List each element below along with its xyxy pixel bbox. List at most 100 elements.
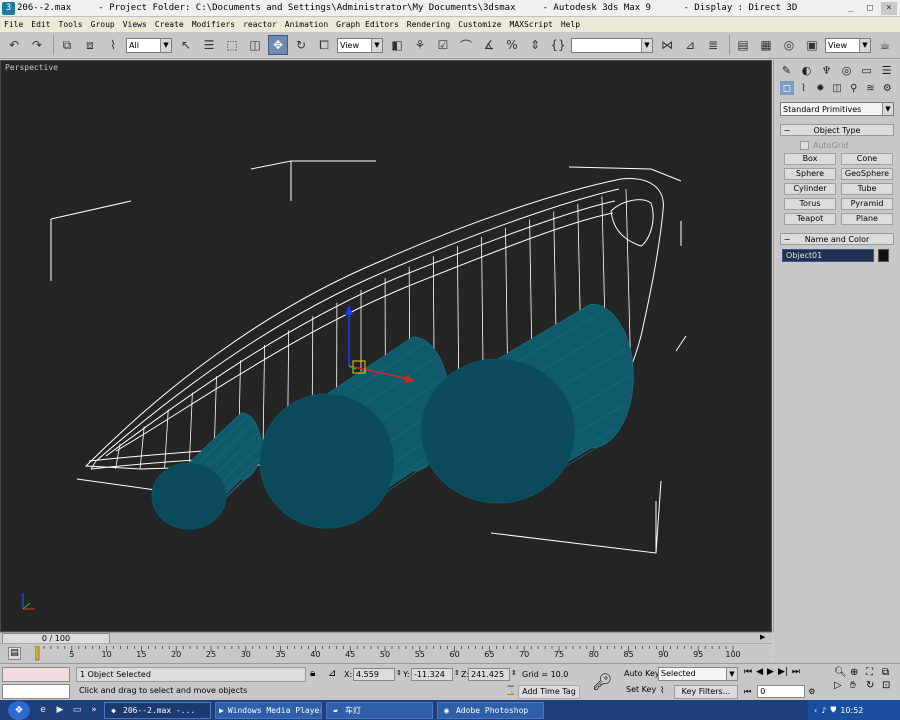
pyramid-button[interactable]: Pyramid — [841, 198, 893, 210]
window-crossing-icon[interactable]: ◫ — [245, 35, 265, 55]
select-by-name-icon[interactable]: ☰ — [199, 35, 219, 55]
zoom-all-icon[interactable]: ⊕ — [850, 667, 865, 678]
layer-manager-icon[interactable]: ≣ — [703, 35, 723, 55]
cone-button[interactable]: Cone — [841, 153, 893, 165]
plane-button[interactable]: Plane — [841, 213, 893, 225]
menu-maxscript[interactable]: MAXScript — [506, 20, 557, 29]
current-frame-field[interactable]: 0 — [757, 685, 806, 698]
slider-right-arrow-icon[interactable]: ▶ — [760, 633, 765, 641]
open-mini-curve-editor-icon[interactable]: ▤ — [8, 647, 21, 660]
teapot-button[interactable]: Teapot — [784, 213, 836, 225]
menu-tools[interactable]: Tools — [55, 20, 87, 29]
sphere-button[interactable]: Sphere — [784, 168, 836, 180]
maximize-viewport-icon[interactable]: ⊡ — [882, 680, 897, 691]
select-object-icon[interactable]: ↖ — [176, 35, 196, 55]
close-button[interactable]: × — [881, 1, 897, 15]
go-to-end-icon[interactable]: ⏭ — [792, 667, 800, 677]
percent-snap-icon[interactable]: % — [502, 35, 522, 55]
task-folder[interactable]: ▰ 车灯 — [326, 701, 433, 719]
reference-coordinate-dropdown[interactable]: View ▼ — [337, 37, 383, 53]
x-spinner-icon[interactable]: ⇕ — [396, 669, 402, 677]
systems-icon[interactable]: ⚙ — [880, 81, 894, 95]
key-filters-button[interactable]: Key Filters... — [674, 685, 738, 699]
render-view-dropdown[interactable]: View ▼ — [825, 37, 871, 53]
primitive-category-dropdown[interactable]: Standard Primitives ▼ — [780, 102, 894, 116]
play-icon[interactable]: ▶ — [767, 667, 774, 677]
3ds-max-app-icon[interactable]: 3 — [2, 1, 15, 15]
absolute-mode-icon[interactable]: ⊿ — [328, 668, 336, 679]
menu-help[interactable]: Help — [557, 20, 584, 29]
menu-customize[interactable]: Customize — [454, 20, 505, 29]
go-to-start-icon[interactable]: ⏮ — [744, 667, 752, 677]
edit-named-selection-icon[interactable]: {} — [548, 35, 568, 55]
auto-key-button[interactable]: Auto Key — [624, 669, 660, 678]
arc-rotate-icon[interactable]: ↻ — [866, 680, 881, 691]
menu-views[interactable]: Views — [119, 20, 151, 29]
key-mode-toggle-icon[interactable]: ⏮ — [744, 687, 751, 697]
pan-icon[interactable]: ✋︎ — [850, 680, 865, 691]
select-manipulate-icon[interactable]: ⚘ — [410, 35, 430, 55]
y-coordinate-field[interactable]: -11.324 — [411, 668, 453, 681]
menu-file[interactable]: File — [0, 20, 27, 29]
angle-snap-icon[interactable]: ∡ — [479, 35, 499, 55]
name-color-rollout-header[interactable]: − Name and Color — [780, 233, 894, 245]
task-3ds-max[interactable]: ◆ 206--2.max -... — [104, 701, 211, 719]
utilities-tab-icon[interactable]: ☰ — [878, 63, 895, 78]
menu-reactor[interactable]: reactor — [239, 20, 281, 29]
menu-group[interactable]: Group — [87, 20, 119, 29]
menu-graph-editors[interactable]: Graph Editors — [332, 20, 403, 29]
set-key-button[interactable]: Set Key — [626, 685, 656, 694]
zoom-extents-all-icon[interactable]: ⧉ — [882, 667, 897, 678]
menu-edit[interactable]: Edit — [27, 20, 54, 29]
y-spinner-icon[interactable]: ⇕ — [454, 669, 460, 677]
tray-expand-icon[interactable]: ‹ — [814, 706, 817, 715]
gizmo-z-arrow[interactable] — [345, 305, 353, 315]
perspective-viewport[interactable]: Perspective — [0, 60, 772, 632]
schematic-view-icon[interactable]: ▦ — [756, 35, 776, 55]
select-and-rotate-icon[interactable]: ↻ — [291, 35, 311, 55]
redo-icon[interactable]: ↷ — [27, 35, 47, 55]
snaps-toggle-icon[interactable]: ⌒ — [456, 35, 476, 55]
selection-filter-dropdown[interactable]: All ▼ — [126, 37, 172, 53]
maximize-button[interactable]: □ — [862, 2, 878, 15]
rectangular-selection-icon[interactable]: ⬚ — [222, 35, 242, 55]
zoom-extents-icon[interactable]: ⛶ — [866, 667, 881, 678]
add-time-tag-button[interactable]: Add Time Tag — [518, 685, 580, 699]
lights-icon[interactable]: ✹ — [813, 81, 827, 95]
select-and-scale-icon[interactable]: ⧠ — [314, 35, 334, 55]
pivot-center-icon[interactable]: ◧ — [387, 35, 407, 55]
menu-animation[interactable]: Animation — [281, 20, 332, 29]
display-tab-icon[interactable]: ▭ — [858, 63, 875, 78]
undo-icon[interactable]: ↶ — [4, 35, 24, 55]
set-key-icon[interactable]: 🔑︎ — [592, 672, 612, 691]
motion-tab-icon[interactable]: ◎ — [838, 63, 855, 78]
maxscript-listener-output[interactable] — [2, 667, 70, 682]
field-of-view-icon[interactable]: ▷ — [834, 680, 849, 691]
volume-icon[interactable]: ♪ — [821, 706, 826, 715]
previous-frame-icon[interactable]: ◀ — [756, 667, 763, 677]
menu-modifiers[interactable]: Modifiers — [188, 20, 239, 29]
desktop-quicklaunch-icon[interactable]: ▭ — [70, 703, 84, 717]
select-and-move-icon[interactable]: ✥ — [268, 35, 288, 55]
space-warps-icon[interactable]: ≋ — [864, 81, 878, 95]
track-bar[interactable]: ▤ 5 10 15 20 25 30 35 40 45 50 55 60 65 70 75 80 85 90 95 1… — [0, 643, 772, 663]
object-color-swatch[interactable] — [878, 249, 889, 262]
geometry-icon[interactable]: ◻ — [780, 81, 794, 95]
ie-quicklaunch-icon[interactable]: e — [36, 703, 50, 717]
zoom-icon[interactable]: 🔍︎ — [834, 667, 849, 678]
viewport-label[interactable]: Perspective — [5, 63, 58, 72]
modify-tab-icon[interactable]: ◐ — [798, 63, 815, 78]
viewport-scene[interactable] — [1, 61, 772, 632]
x-coordinate-field[interactable]: 4.559 — [353, 668, 395, 681]
clock[interactable]: 10:52 — [840, 706, 863, 715]
start-button[interactable]: ❖ — [8, 700, 30, 720]
key-mode-dropdown[interactable]: Selected ▼ — [658, 667, 738, 681]
time-config-icon[interactable]: ⚙ — [808, 687, 815, 696]
hierarchy-tab-icon[interactable]: ♆ — [818, 63, 835, 78]
z-spinner-icon[interactable]: ⇕ — [511, 669, 517, 677]
spinner-snap-icon[interactable]: ⇕ — [525, 35, 545, 55]
autogrid-checkbox[interactable]: AutoGrid — [800, 139, 900, 151]
bind-to-space-warp-icon[interactable]: ⌇ — [103, 35, 123, 55]
z-coordinate-field[interactable]: 241.425 — [468, 668, 510, 681]
unlink-selection-icon[interactable]: ⧈ — [80, 35, 100, 55]
